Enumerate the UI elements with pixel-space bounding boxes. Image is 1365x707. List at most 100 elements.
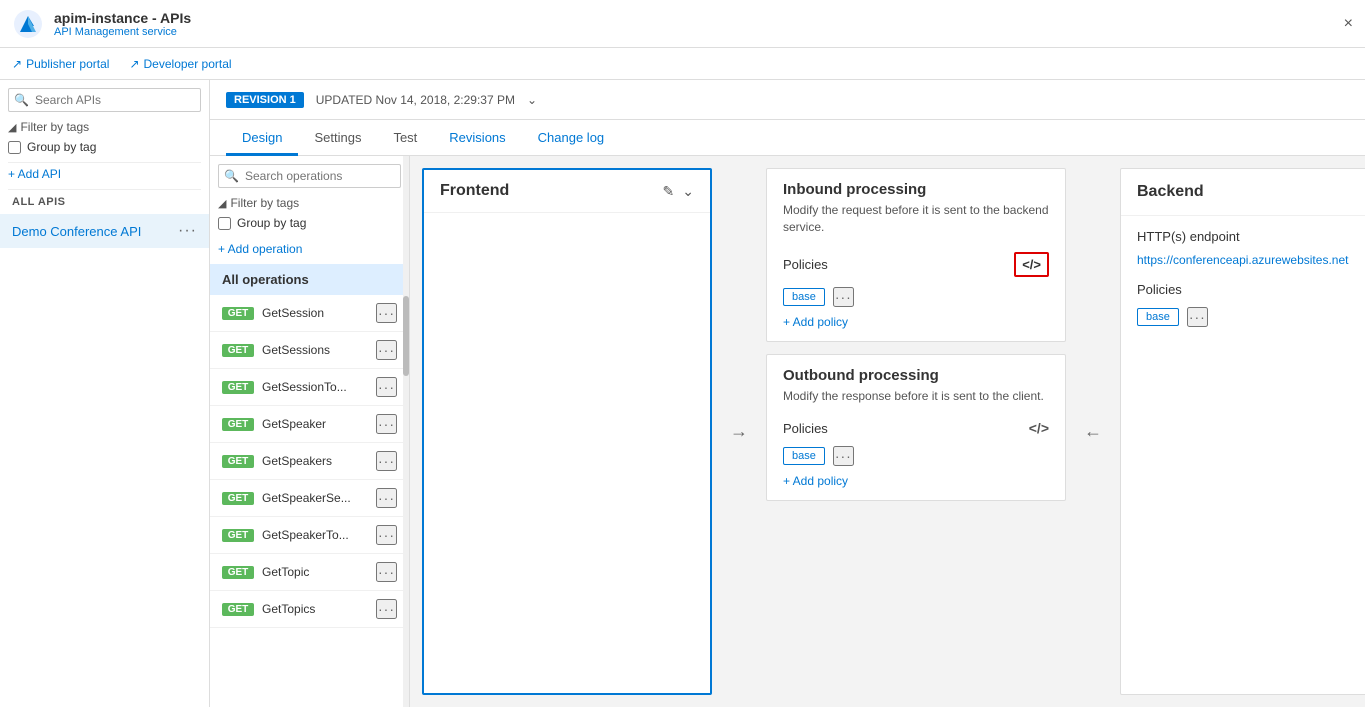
get-badge: GET xyxy=(222,566,254,579)
backend-panel: Backend HTTP(s) endpoint ✎ https://confe… xyxy=(1120,168,1365,695)
outbound-processing-panel: Outbound processing Modify the response … xyxy=(766,354,1066,502)
tab-settings[interactable]: Settings xyxy=(298,122,377,156)
filter-by-tags-button[interactable]: ◢ Filter by tags xyxy=(8,120,201,134)
backend-policy-ellipsis[interactable]: ··· xyxy=(1187,307,1208,327)
operation-item-getspeaker[interactable]: GET GetSpeaker ··· xyxy=(210,406,409,443)
op-ellipsis-button[interactable]: ··· xyxy=(376,414,397,434)
all-apis-label: All APIs xyxy=(0,190,209,214)
search-icon: 🔍 xyxy=(14,93,29,107)
window-title: apim-instance - APIs xyxy=(54,10,191,26)
close-button[interactable]: × xyxy=(1344,15,1353,33)
get-badge: GET xyxy=(222,492,254,505)
operation-item-getspeakerto[interactable]: GET GetSpeakerTo... ··· xyxy=(210,517,409,554)
backend-panel-body: HTTP(s) endpoint ✎ https://conferenceapi… xyxy=(1121,216,1365,347)
inbound-base-tag[interactable]: base xyxy=(783,288,825,306)
portal-bar: ↗ Publisher portal ↗ Developer portal xyxy=(0,48,1365,80)
endpoint-row: HTTP(s) endpoint ✎ xyxy=(1137,228,1365,245)
ops-search-icon: 🔍 xyxy=(224,169,239,183)
inbound-code-button[interactable]: </> xyxy=(1014,252,1049,277)
arrow-right-connector: → xyxy=(724,168,754,695)
arrow-left-connector: ← xyxy=(1078,168,1108,695)
inbound-processing-panel: Inbound processing Modify the request be… xyxy=(766,168,1066,342)
backend-policy-tags: base ··· xyxy=(1137,307,1365,327)
left-sidebar: 🔍 ◢ Filter by tags Group by tag + Add AP… xyxy=(0,80,210,707)
outbound-policies-row: Policies </> xyxy=(783,420,1049,436)
ops-scrollthumb[interactable] xyxy=(403,296,409,376)
frontend-panel-header: Frontend ✎ ⌄ xyxy=(424,170,710,213)
ops-filter-button[interactable]: ◢ Filter by tags xyxy=(218,196,401,210)
backend-base-tag[interactable]: base xyxy=(1137,308,1179,326)
demo-conference-api-item[interactable]: Demo Conference API ··· xyxy=(0,214,209,248)
frontend-panel-title: Frontend xyxy=(440,182,509,200)
op-ellipsis-button[interactable]: ··· xyxy=(376,340,397,360)
inbound-policy-ellipsis[interactable]: ··· xyxy=(833,287,854,307)
operation-item-gettopic[interactable]: GET GetTopic ··· xyxy=(210,554,409,591)
tab-design[interactable]: Design xyxy=(226,122,298,156)
window-subtitle: API Management service xyxy=(54,26,191,38)
op-ellipsis-button[interactable]: ··· xyxy=(376,303,397,323)
revision-bar: REVISION 1 UPDATED Nov 14, 2018, 2:29:37… xyxy=(210,80,1365,120)
op-name: GetSpeakerSe... xyxy=(262,491,368,505)
outbound-description: Modify the response before it is sent to… xyxy=(783,388,1049,405)
op-ellipsis-button[interactable]: ··· xyxy=(376,599,397,619)
ops-scrollbar xyxy=(403,156,409,707)
all-operations-item[interactable]: All operations xyxy=(210,264,409,295)
api-item-name: Demo Conference API xyxy=(12,224,141,239)
op-name: GetTopic xyxy=(262,565,368,579)
inbound-title: Inbound processing xyxy=(783,181,1049,198)
inbound-description: Modify the request before it is sent to … xyxy=(783,202,1049,236)
frontend-chevron-button[interactable]: ⌄ xyxy=(682,183,694,200)
add-api-button[interactable]: + Add API xyxy=(8,167,201,181)
operations-list: GET GetSession ··· GET GetSessions ··· G… xyxy=(210,295,409,707)
group-tag-checkbox-input[interactable] xyxy=(8,141,21,154)
op-name: GetSessionTo... xyxy=(262,380,368,394)
operation-item-getsessionto[interactable]: GET GetSessionTo... ··· xyxy=(210,369,409,406)
add-operation-button[interactable]: + Add operation xyxy=(218,242,401,256)
filter-icon: ◢ xyxy=(8,121,16,134)
operation-item-getspeakerse[interactable]: GET GetSpeakerSe... ··· xyxy=(210,480,409,517)
group-by-tag-checkbox[interactable]: Group by tag xyxy=(8,140,201,154)
azure-logo-icon xyxy=(12,8,44,40)
op-ellipsis-button[interactable]: ··· xyxy=(376,525,397,545)
frontend-edit-button[interactable]: ✎ xyxy=(663,183,675,200)
tab-changelog[interactable]: Change log xyxy=(522,122,621,156)
tab-revisions[interactable]: Revisions xyxy=(433,122,521,156)
publisher-portal-link[interactable]: ↗ Publisher portal xyxy=(12,57,109,71)
api-item-ellipsis-button[interactable]: ··· xyxy=(178,222,197,240)
inbound-add-policy-button[interactable]: + Add policy xyxy=(783,315,1049,329)
design-panels: Frontend ✎ ⌄ → Inbound processing xyxy=(410,156,1365,707)
outbound-base-tag[interactable]: base xyxy=(783,447,825,465)
tab-test[interactable]: Test xyxy=(377,122,433,156)
operation-item-gettopics[interactable]: GET GetTopics ··· xyxy=(210,591,409,628)
developer-portal-link[interactable]: ↗ Developer portal xyxy=(129,57,231,71)
get-badge: GET xyxy=(222,603,254,616)
outbound-policy-tags: base ··· xyxy=(783,446,1049,466)
get-badge: GET xyxy=(222,418,254,431)
op-ellipsis-button[interactable]: ··· xyxy=(376,451,397,471)
external-link-icon: ↗ xyxy=(12,57,22,71)
op-name: GetTopics xyxy=(262,602,368,616)
outbound-policy-ellipsis[interactable]: ··· xyxy=(833,446,854,466)
title-bar-left: apim-instance - APIs API Management serv… xyxy=(12,8,191,40)
ops-filter-icon: ◢ xyxy=(218,197,226,210)
revision-dropdown-icon[interactable]: ⌄ xyxy=(527,93,537,107)
backend-title: Backend xyxy=(1137,183,1204,200)
search-apis-input[interactable] xyxy=(8,88,201,112)
outbound-add-policy-button[interactable]: + Add policy xyxy=(783,474,1049,488)
ops-group-tag-checkbox[interactable] xyxy=(218,217,231,230)
outbound-code-button[interactable]: </> xyxy=(1029,420,1049,436)
operation-item-getsession[interactable]: GET GetSession ··· xyxy=(210,295,409,332)
outbound-panel-header: Outbound processing Modify the response … xyxy=(767,355,1065,413)
op-ellipsis-button[interactable]: ··· xyxy=(376,488,397,508)
op-ellipsis-button[interactable]: ··· xyxy=(376,377,397,397)
ops-group-by-tag[interactable]: Group by tag xyxy=(218,216,401,230)
operation-item-getsessions[interactable]: GET GetSessions ··· xyxy=(210,332,409,369)
get-badge: GET xyxy=(222,455,254,468)
op-ellipsis-button[interactable]: ··· xyxy=(376,562,397,582)
op-name: GetSpeaker xyxy=(262,417,368,431)
operation-item-getspeakers[interactable]: GET GetSpeakers ··· xyxy=(210,443,409,480)
sidebar-search-container: 🔍 xyxy=(8,88,201,112)
search-operations-input[interactable] xyxy=(218,164,401,188)
backend-policies-label: Policies xyxy=(1137,282,1182,297)
get-badge: GET xyxy=(222,529,254,542)
